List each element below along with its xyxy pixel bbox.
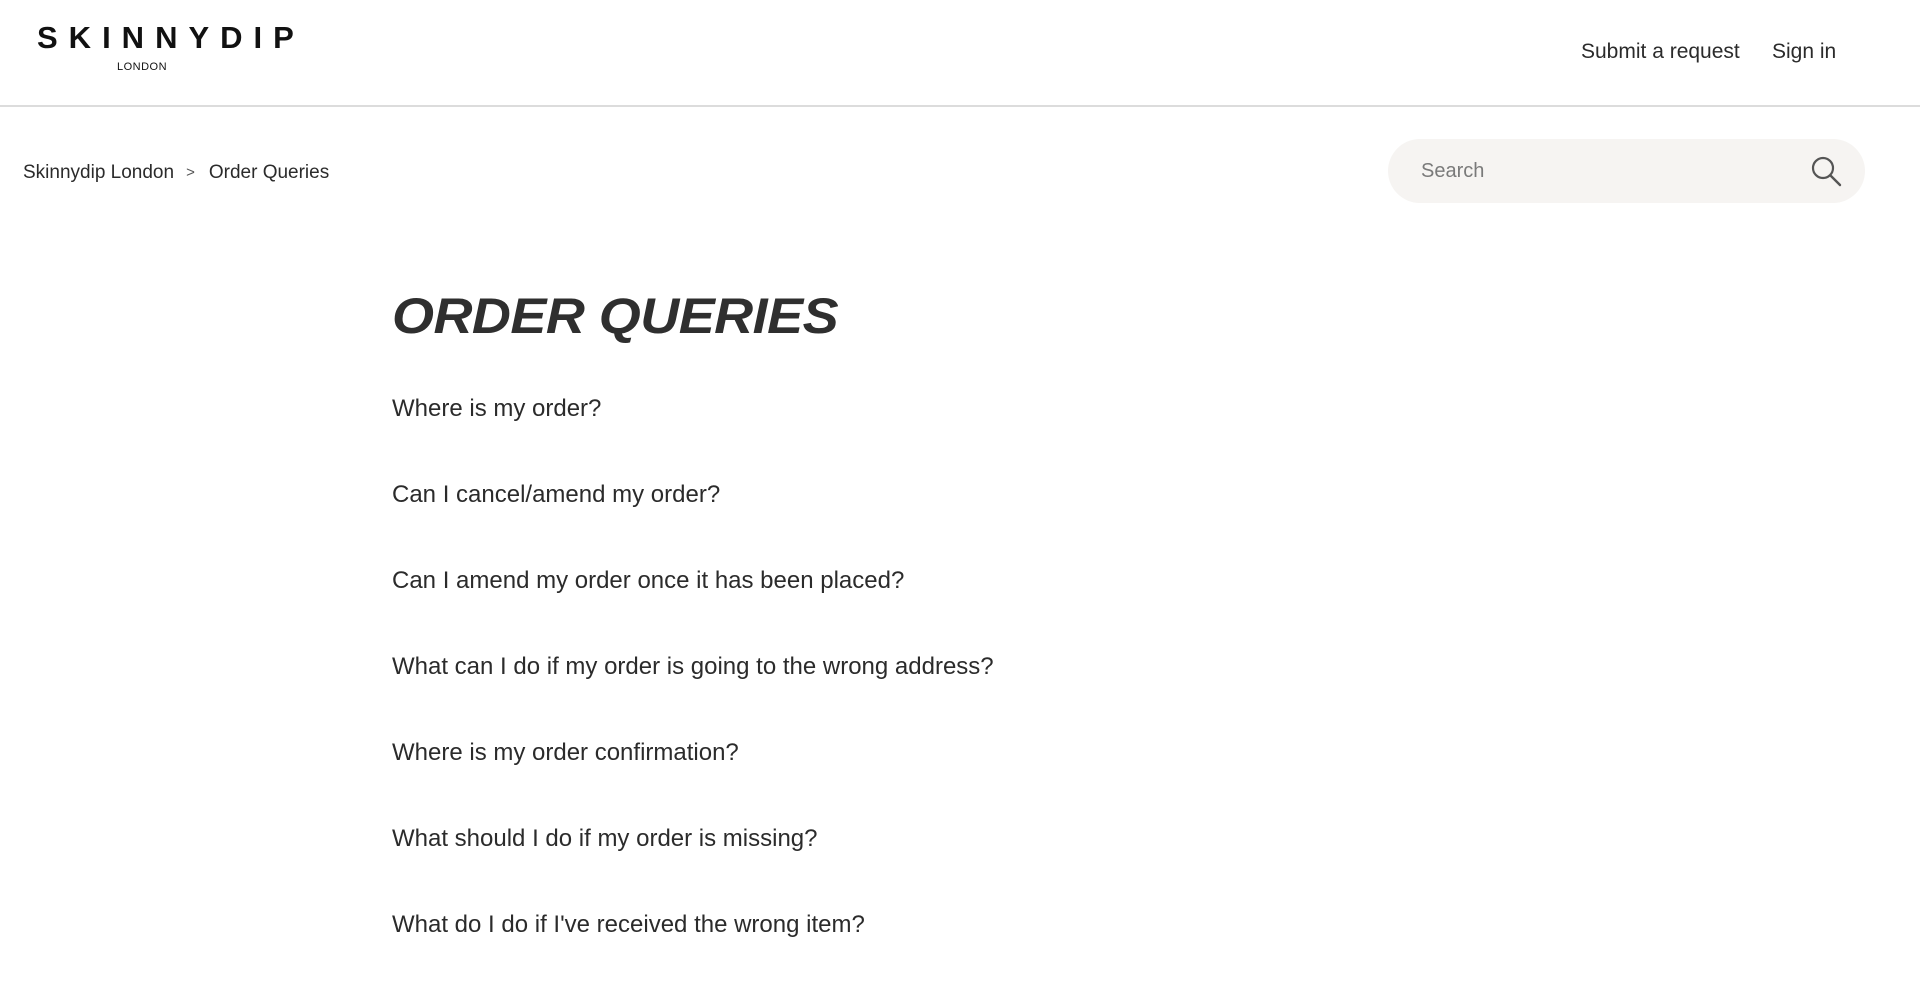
submit-request-link[interactable]: Submit a request (1581, 38, 1740, 66)
site-header: SKINNYDIP LONDON Submit a request Sign i… (0, 0, 1920, 107)
page-title: ORDER QUERIES (392, 288, 839, 344)
article-link[interactable]: What should I do if my order is missing? (392, 825, 818, 852)
article-list: Where is my order? Can I cancel/amend my… (392, 392, 994, 994)
search-icon[interactable] (1810, 155, 1842, 187)
list-item: What can I do if my order is going to th… (392, 650, 994, 736)
article-link[interactable]: Where is my order confirmation? (392, 739, 739, 766)
breadcrumb-item-order-queries[interactable]: Order Queries (209, 160, 329, 186)
breadcrumb-item-home[interactable]: Skinnydip London (23, 160, 174, 186)
logo-wordmark: SKINNYDIP (37, 20, 305, 55)
list-item: Where is my order? (392, 392, 994, 478)
article-link[interactable]: What can I do if my order is going to th… (392, 653, 994, 680)
article-link[interactable]: Where is my order? (392, 395, 601, 422)
article-link[interactable]: Can I amend my order once it has been pl… (392, 567, 904, 594)
search-box (1388, 139, 1865, 203)
brand-logo[interactable]: SKINNYDIP LONDON (26, 18, 305, 74)
logo-subtitle: LONDON (116, 61, 168, 73)
list-item: What do I do if I've received the wrong … (392, 908, 994, 994)
search-input[interactable] (1388, 139, 1788, 203)
article-link[interactable]: What do I do if I've received the wrong … (392, 911, 865, 938)
list-item: What should I do if my order is missing? (392, 822, 994, 908)
breadcrumb-separator: > (186, 164, 195, 181)
list-item: Can I amend my order once it has been pl… (392, 564, 994, 650)
article-link[interactable]: Can I cancel/amend my order? (392, 481, 720, 508)
sign-in-link[interactable]: Sign in (1772, 38, 1836, 66)
list-item: Where is my order confirmation? (392, 736, 994, 822)
list-item: Can I cancel/amend my order? (392, 478, 994, 564)
breadcrumb: Skinnydip London > Order Queries (23, 160, 329, 186)
